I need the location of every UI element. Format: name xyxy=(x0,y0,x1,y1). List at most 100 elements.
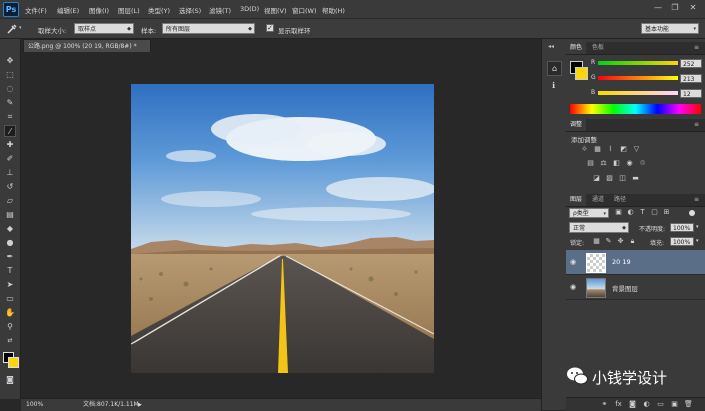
posterize-icon[interactable]: ▨ xyxy=(605,174,614,183)
layer-mask-icon[interactable]: ◙ xyxy=(628,400,637,409)
collapse-icon[interactable]: ◂◂ xyxy=(548,43,554,50)
menu-image[interactable]: 图像(I) xyxy=(89,5,109,15)
levels-icon[interactable]: ▦ xyxy=(593,145,602,154)
quick-select-tool-icon[interactable]: ✎ xyxy=(4,97,16,109)
tab-channels[interactable]: 通道 xyxy=(588,194,608,206)
fill-input[interactable]: 100% xyxy=(670,237,694,246)
eyedropper-icon[interactable] xyxy=(6,23,18,35)
opacity-input[interactable]: 100% xyxy=(670,223,694,232)
exposure-icon[interactable]: ◩ xyxy=(619,145,628,154)
channel-g-slider[interactable] xyxy=(598,76,678,80)
layer-row[interactable]: ◉ 20 19 xyxy=(566,250,705,275)
brightness-icon[interactable]: ☼ xyxy=(580,145,589,154)
tab-swatches[interactable]: 色板 xyxy=(588,42,608,54)
history-brush-tool-icon[interactable]: ↺ xyxy=(4,181,16,193)
zoom-level[interactable]: 100% xyxy=(26,399,43,411)
workspace-select[interactable]: 基本功能 ▾ xyxy=(641,23,699,34)
tab-color[interactable]: 颜色 xyxy=(566,42,587,54)
gradient-map-icon[interactable]: ▬ xyxy=(631,174,640,183)
invert-icon[interactable]: ◪ xyxy=(592,174,601,183)
panel-menu-icon[interactable]: ≡ xyxy=(694,44,699,51)
chevron-down-icon[interactable]: ▾ xyxy=(696,224,699,230)
delete-layer-icon[interactable]: 🗑︎ xyxy=(684,400,693,409)
document-canvas[interactable]: 20 19 xyxy=(131,84,434,373)
layer-filter-select[interactable]: ρ类型 ▾ xyxy=(569,208,609,218)
dodge-tool-icon[interactable]: ● xyxy=(4,237,16,249)
black-white-icon[interactable]: ◧ xyxy=(612,159,621,168)
lock-pixels-icon[interactable]: ✎ xyxy=(604,237,613,246)
new-layer-icon[interactable]: ▣ xyxy=(670,400,679,409)
lock-all-icon[interactable]: 🔒︎ xyxy=(628,237,637,246)
maximize-icon[interactable]: ❐ xyxy=(669,3,681,13)
chevron-right-icon[interactable]: ▶ xyxy=(138,399,142,411)
filter-shape-icon[interactable]: ▢ xyxy=(650,208,659,217)
channel-mixer-icon[interactable]: ♲ xyxy=(638,159,647,168)
blend-mode-select[interactable]: 正常 ◆ xyxy=(569,222,629,233)
minimize-icon[interactable]: — xyxy=(652,3,664,13)
tab-paths[interactable]: 路径 xyxy=(610,194,630,206)
chevron-down-icon[interactable]: ▾ xyxy=(696,238,699,244)
show-ring-checkbox[interactable]: ✓ xyxy=(266,24,274,32)
pen-tool-icon[interactable]: ✒ xyxy=(4,251,16,263)
clone-stamp-tool-icon[interactable]: ⊥ xyxy=(4,167,16,179)
menu-help[interactable]: 帮助(H) xyxy=(322,5,345,15)
channel-b-input[interactable]: 12 xyxy=(680,89,702,98)
menu-layer[interactable]: 图层(L) xyxy=(118,5,140,15)
menu-filter[interactable]: 滤镜(T) xyxy=(209,5,231,15)
zoom-tool-icon[interactable]: ⚲ xyxy=(4,321,16,333)
tab-layers[interactable]: 图层 xyxy=(566,194,587,206)
sample-select[interactable]: 所有图层 ◆ xyxy=(162,23,255,34)
lasso-tool-icon[interactable]: ◌ xyxy=(4,83,16,95)
vibrance-icon[interactable]: ▽ xyxy=(632,145,641,154)
photo-filter-icon[interactable]: ◉ xyxy=(625,159,634,168)
visibility-eye-icon[interactable]: ◉ xyxy=(570,258,576,266)
filter-type-icon[interactable]: T xyxy=(638,208,647,217)
new-group-icon[interactable]: ▭ xyxy=(656,400,665,409)
crop-tool-icon[interactable]: ⌗ xyxy=(4,111,16,123)
color-balance-icon[interactable]: ⚖ xyxy=(599,159,608,168)
channel-b-slider[interactable] xyxy=(598,91,678,95)
shape-tool-icon[interactable]: ▭ xyxy=(4,293,16,305)
hue-saturation-icon[interactable]: ▤ xyxy=(586,159,595,168)
lock-transparent-icon[interactable]: ▦ xyxy=(592,237,601,246)
color-panel-background[interactable] xyxy=(575,67,588,80)
brush-tool-icon[interactable]: ✐ xyxy=(4,153,16,165)
menu-select[interactable]: 选择(S) xyxy=(179,5,201,15)
properties-panel-icon[interactable]: ℹ xyxy=(547,79,560,92)
channel-g-input[interactable]: 213 xyxy=(680,74,702,83)
sample-size-select[interactable]: 取样点 ◆ xyxy=(74,23,134,34)
menu-view[interactable]: 视图(V) xyxy=(264,5,287,15)
channel-r-slider[interactable] xyxy=(598,61,678,65)
adjustment-layer-icon[interactable]: ◐ xyxy=(642,400,651,409)
type-tool-icon[interactable]: T xyxy=(4,265,16,277)
quick-mask-icon[interactable]: ◙ xyxy=(4,374,16,386)
channel-r-input[interactable]: 252 xyxy=(680,59,702,68)
gradient-tool-icon[interactable]: ▤ xyxy=(4,209,16,221)
panel-menu-icon[interactable]: ≡ xyxy=(694,121,699,128)
menu-3d[interactable]: 3D(D) xyxy=(240,5,259,13)
eyedropper-tool-icon[interactable]: ⁄ xyxy=(4,125,16,137)
layer-style-icon[interactable]: fx xyxy=(614,400,623,409)
healing-brush-tool-icon[interactable]: ✚ xyxy=(4,139,16,151)
layer-name[interactable]: 20 19 xyxy=(612,258,631,266)
swap-colors-icon[interactable]: ⇄ xyxy=(4,335,16,347)
eraser-tool-icon[interactable]: ▱ xyxy=(4,195,16,207)
filter-toggle[interactable] xyxy=(689,210,695,216)
layer-row[interactable]: ◉ 背景图层 xyxy=(566,275,705,300)
visibility-eye-icon[interactable]: ◉ xyxy=(570,283,576,291)
filter-smart-icon[interactable]: ⊞ xyxy=(662,208,671,217)
layer-name[interactable]: 背景图层 xyxy=(612,283,638,293)
panel-menu-icon[interactable]: ≡ xyxy=(694,196,699,203)
blur-tool-icon[interactable]: ◆ xyxy=(4,223,16,235)
color-spectrum-bar[interactable] xyxy=(570,104,701,114)
chevron-down-icon[interactable]: ▾ xyxy=(19,25,22,31)
tab-adjustments[interactable]: 调整 xyxy=(566,119,587,131)
menu-window[interactable]: 窗口(W) xyxy=(292,5,317,15)
marquee-tool-icon[interactable]: ⬚ xyxy=(4,69,16,81)
move-tool-icon[interactable]: ✥ xyxy=(4,55,16,67)
menu-type[interactable]: 类型(Y) xyxy=(148,5,170,15)
menu-edit[interactable]: 编辑(E) xyxy=(57,5,79,15)
history-panel-icon[interactable]: ⌂ xyxy=(547,61,562,76)
background-color-swatch[interactable] xyxy=(8,357,19,368)
hand-tool-icon[interactable]: ✋ xyxy=(4,307,16,319)
